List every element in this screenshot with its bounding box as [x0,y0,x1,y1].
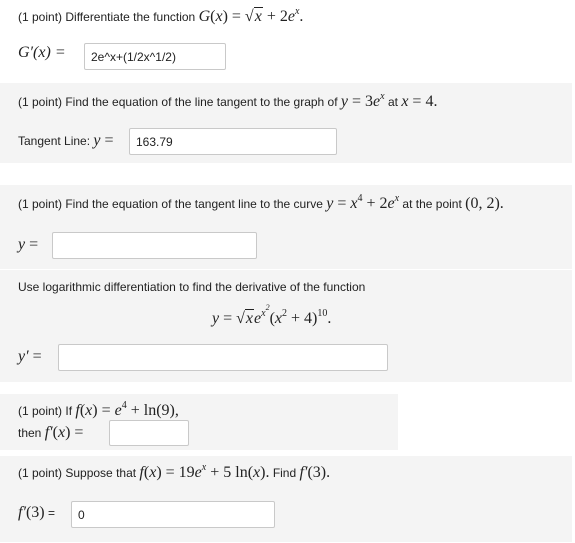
problem-4-answer-input[interactable] [58,344,388,371]
problem-1-answer-input[interactable]: 2e^x+(1/2x^1/2) [84,43,226,70]
problem-6-answer-math: f′(3) [18,504,45,521]
problem-2-function: y = 3ex [340,90,385,110]
problem-5-prefix: (1 point) If [18,404,73,418]
problem-5-panel: (1 point) If f(x) = e4 + ln(9), then f′(… [0,394,398,450]
tangent-line-label: Tangent Line: [18,134,91,148]
problem-5-then: then f′(x) = [18,424,83,442]
tangent-line-y-eq: y = [93,132,114,149]
problem-2-text: (1 point) Find the equation of the line … [18,90,438,111]
problem-1-answer-label: G′(x) = [18,44,66,61]
problem-1-function: G(x) = √x + 2ex. [198,5,304,25]
problem-3-point: (0, 2). [465,195,504,212]
problem-2-answer-input[interactable]: 163.79 [129,128,337,155]
problem-5-function: f(x) = e4 + ln(9), [75,399,179,419]
problem-6-panel: (1 point) Suppose that f(x) = 19ex + 5 l… [0,456,572,542]
problem-6-answer-eq: = [47,506,55,520]
problem-4-answer-label: y′ = [18,348,42,365]
problem-1-prefix: (1 point) Differentiate the function [18,10,196,24]
problem-5-answer-input[interactable] [109,420,189,446]
problem-6-text: (1 point) Suppose that f(x) = 19ex + 5 l… [18,461,331,482]
problem-6-answer-label: f′(3) = [18,504,55,522]
problem-2-at-word: at [387,95,398,109]
problem-3-answer-label: y = [18,236,39,253]
problem-6-answer-input[interactable]: 0 [71,501,275,528]
problem-5-then-word: then [18,426,42,440]
problem-3-prefix: (1 point) Find the equation of the tange… [18,197,323,211]
problem-5-text: (1 point) If f(x) = e4 + ln(9), [18,399,179,420]
problem-3-function: y = x4 + 2ex [326,192,400,212]
problem-3-panel: (1 point) Find the equation of the tange… [0,185,572,269]
problem-6-find-word: Find [272,466,297,480]
problem-4-panel: Use logarithmic differentiation to find … [0,270,572,382]
problem-3-suffix: at the point [402,197,462,211]
problem-3-answer-input[interactable] [52,232,257,259]
problem-2-prefix: (1 point) Find the equation of the line … [18,95,338,109]
problem-1-text: (1 point) Differentiate the function G(x… [18,5,304,26]
problem-2-panel: (1 point) Find the equation of the line … [0,83,572,163]
problem-6-prefix: (1 point) Suppose that [18,466,137,480]
problem-6-target: f′(3). [299,464,331,481]
problem-2-point: x = 4. [401,93,438,110]
problem-4-prefix: Use logarithmic differentiation to find … [18,280,366,294]
problem-5-answer-label: f′(x) = [44,424,84,441]
problem-3-text: (1 point) Find the equation of the tange… [18,192,504,213]
problem-4-function: y = √xex2(x2 + 4)10. [212,303,332,327]
problem-2-answer-label: Tangent Line: y = [18,132,114,150]
problem-6-function: f(x) = 19ex + 5 ln(x). [139,461,270,481]
